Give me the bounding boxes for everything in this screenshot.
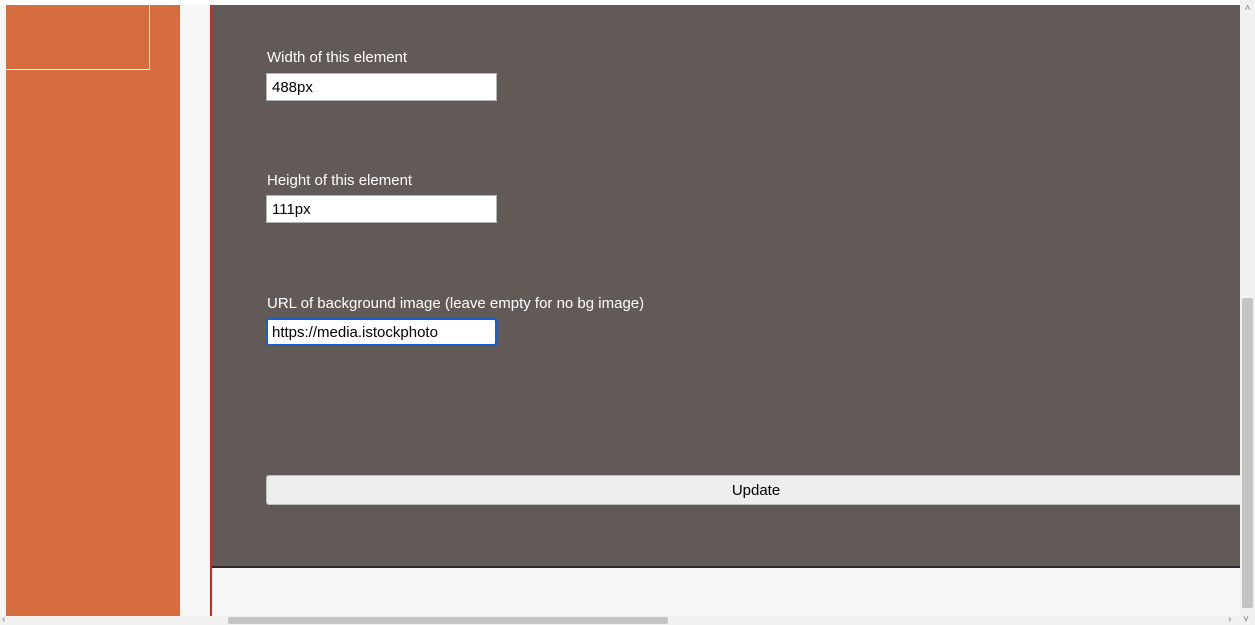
width-input[interactable]	[266, 73, 497, 101]
bg-url-label: URL of background image (leave empty for…	[267, 295, 645, 312]
element-settings-panel: Width of this element Height of this ele…	[212, 5, 1246, 568]
scroll-right-arrow-icon[interactable]: ›	[1228, 614, 1238, 625]
height-label: Height of this element	[267, 172, 413, 189]
scrollbar-corner: ˅	[1240, 614, 1255, 625]
horizontal-scrollbar[interactable]: ‹ ›	[0, 614, 1240, 625]
vertical-scrollbar[interactable]: ˄	[1240, 0, 1255, 616]
update-button[interactable]: Update	[266, 475, 1246, 505]
orange-sidebar-block	[6, 5, 180, 616]
below-panel-area	[212, 570, 1240, 616]
scroll-down-arrow-icon[interactable]: ˅	[1243, 614, 1253, 625]
width-label: Width of this element	[267, 49, 408, 66]
height-input[interactable]	[266, 195, 497, 223]
page: Width of this element Height of this ele…	[0, 0, 1255, 625]
sidebar-outline-box	[6, 5, 150, 70]
vertical-scroll-thumb[interactable]	[1242, 298, 1253, 608]
scroll-left-arrow-icon[interactable]: ‹	[2, 614, 12, 625]
bg-url-input[interactable]	[266, 318, 497, 346]
horizontal-scroll-thumb[interactable]	[228, 617, 668, 624]
gutter	[180, 5, 210, 616]
scroll-up-arrow-icon[interactable]: ˄	[1240, 2, 1255, 16]
